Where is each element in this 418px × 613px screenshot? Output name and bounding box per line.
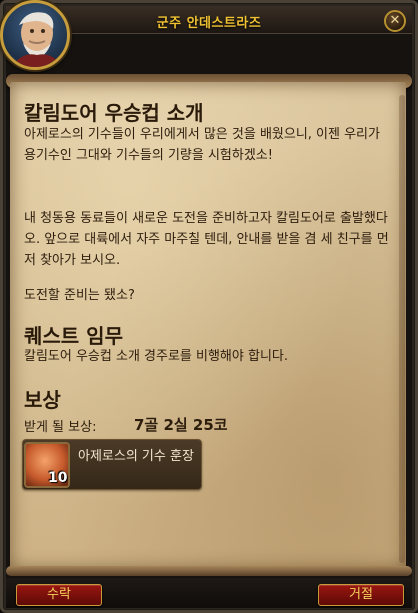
quest-description-3: 도전할 준비는 됐소? [24, 288, 135, 303]
objectives-header: 퀘스트 임무 [24, 324, 123, 348]
reward-count: 10 [48, 470, 68, 486]
close-icon: ✕ [389, 13, 401, 28]
parchment-roll-bottom [6, 566, 412, 576]
quest-description-1: 아제로스의 기수들이 우리에게서 많은 것을 배웠으니, 이젠 우리가 용기수인… [24, 127, 380, 163]
scrollbar[interactable] [399, 95, 405, 563]
reward-item-name: 아제로스의 기수 훈장 [78, 449, 194, 464]
decline-button[interactable]: 거절 [318, 584, 404, 606]
money-reward: 7골 2실 25코 [134, 416, 228, 434]
quest-description-2: 내 청동용 동료들이 새로운 도전을 준비하고자 칼림도어로 출발했다오. 앞으… [24, 211, 389, 268]
quest-title: 칼림도어 우승컵 소개 [24, 101, 204, 125]
receive-label: 받게 될 보상: [24, 420, 97, 435]
rewards-header: 보상 [24, 388, 61, 412]
close-button[interactable]: ✕ [384, 10, 406, 32]
accept-button[interactable]: 수락 [16, 584, 102, 606]
objectives-text: 칼림도어 우승컵 소개 경주로를 비행해야 합니다. [24, 349, 288, 364]
npc-portrait-icon [0, 0, 70, 70]
